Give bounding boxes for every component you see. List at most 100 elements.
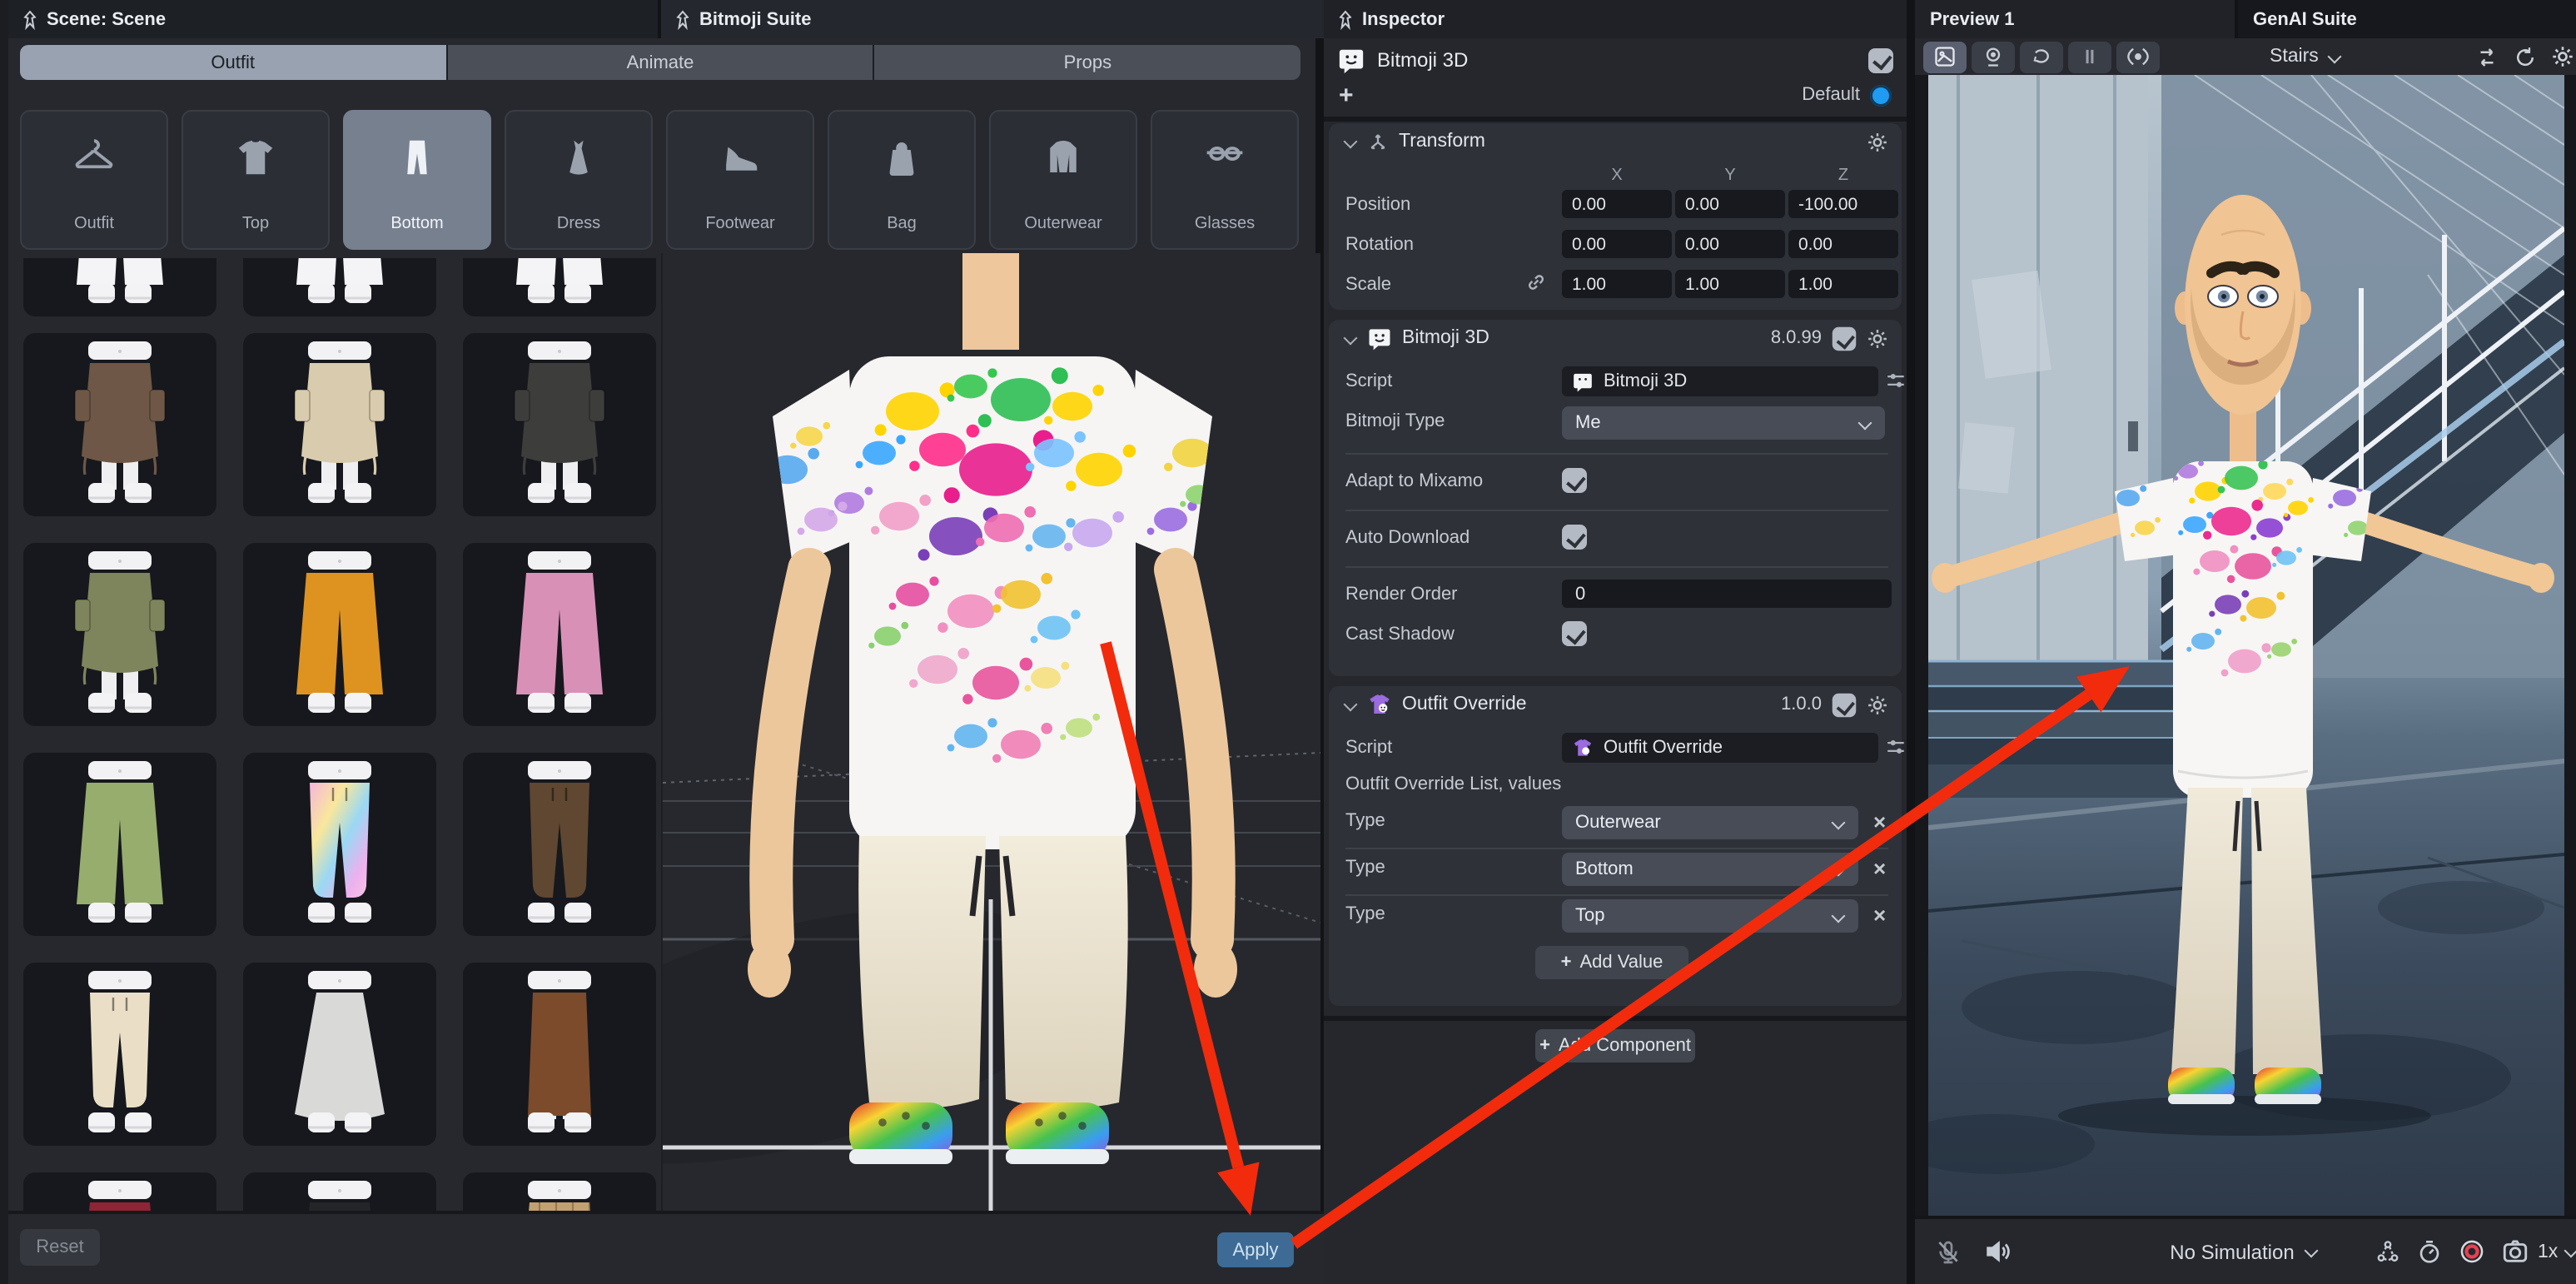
microphone-muted-icon[interactable] (1935, 1238, 1962, 1265)
chevron-down-icon[interactable] (1342, 697, 1357, 712)
connections-icon[interactable] (2375, 1238, 2401, 1265)
preview-rotate-mode-button[interactable] (2020, 41, 2063, 72)
simulation-selector[interactable]: No Simulation (2111, 1240, 2378, 1263)
clothing-item-thumbnail[interactable] (23, 753, 216, 936)
cast-shadow-checkbox[interactable] (1562, 621, 1587, 646)
transform-value-field[interactable]: 0.00 (1675, 190, 1785, 218)
preview-image-mode-button[interactable] (1923, 41, 1967, 72)
component-enabled-checkbox[interactable] (1833, 693, 1857, 717)
preview-pause-button[interactable] (2068, 41, 2111, 72)
render-order-input[interactable]: 0 (1562, 580, 1892, 608)
gear-icon[interactable] (1867, 694, 1888, 715)
transform-value-field[interactable]: 0.00 (1675, 230, 1785, 258)
gear-icon[interactable] (2551, 45, 2574, 68)
add-component-button[interactable]: +Add Component (1535, 1029, 1695, 1063)
category-outfit[interactable]: Outfit (20, 110, 168, 250)
component-enabled-checkbox[interactable] (1833, 326, 1857, 351)
clothing-item-thumbnail[interactable] (23, 333, 216, 516)
preview-panel: Preview 1 GenAI Suite Stairs (1915, 0, 2576, 1284)
category-glasses[interactable]: Glasses (1151, 110, 1299, 250)
clothing-item-thumbnail[interactable] (463, 963, 656, 1146)
tab-bitmoji-suite[interactable]: Bitmoji Suite (661, 0, 1324, 38)
clothing-item-thumbnail[interactable] (463, 333, 656, 516)
category-bag[interactable]: Bag (828, 110, 976, 250)
clothing-item-thumbnail[interactable] (243, 963, 436, 1146)
tab-props[interactable]: Props (875, 45, 1300, 80)
script-options-icon[interactable] (1885, 370, 1907, 391)
apply-button[interactable]: Apply (1217, 1232, 1294, 1267)
tab-preview-1[interactable]: Preview 1 (1915, 0, 2235, 38)
clothing-item-thumbnail[interactable] (463, 543, 656, 726)
tab-inspector[interactable]: Inspector (1324, 0, 1907, 38)
transform-value-field[interactable]: 1.00 (1675, 270, 1785, 298)
object-enabled-checkbox[interactable] (1868, 47, 1893, 72)
playback-speed-selector[interactable]: 1x (2538, 1242, 2576, 1262)
clothing-item-thumbnail[interactable] (23, 1172, 216, 1211)
chevron-down-icon[interactable] (1342, 134, 1357, 149)
preview-webcam-mode-button[interactable] (1972, 41, 2015, 72)
profiler-icon[interactable] (2416, 1238, 2443, 1265)
remove-value-button[interactable]: × (1873, 811, 1886, 833)
clothing-item-thumbnail[interactable] (243, 258, 436, 316)
jacket-icon (1041, 135, 1086, 180)
transform-value-field[interactable]: 0.00 (1562, 190, 1672, 218)
clothing-item-thumbnail[interactable] (243, 333, 436, 516)
clothing-item-thumbnail[interactable] (243, 543, 436, 726)
link-scale-icon[interactable] (1525, 271, 1547, 293)
adapt-mixamo-checkbox[interactable] (1562, 468, 1587, 493)
transform-row-label: Position (1345, 195, 1410, 215)
category-footwear[interactable]: Footwear (666, 110, 814, 250)
script-label: Script (1345, 371, 1392, 391)
category-dress[interactable]: Dress (505, 110, 653, 250)
clothing-item-thumbnail[interactable] (243, 1172, 436, 1211)
tab-scene[interactable]: Scene: Scene (8, 0, 658, 38)
category-top[interactable]: Top (182, 110, 330, 250)
remove-value-button[interactable]: × (1873, 904, 1886, 926)
snapshot-camera-icon[interactable] (2501, 1237, 2529, 1266)
tab-outfit[interactable]: Outfit (20, 45, 445, 80)
override-type-dropdown[interactable]: Outerwear (1562, 806, 1858, 839)
outfit-3d-viewport[interactable] (661, 253, 1320, 1211)
script-field[interactable]: Outfit Override (1562, 733, 1878, 763)
clothing-item-thumbnail[interactable] (463, 753, 656, 936)
script-field[interactable]: Bitmoji 3D (1562, 366, 1878, 396)
add-value-button[interactable]: +Add Value (1535, 946, 1688, 979)
category-outerwear[interactable]: Outerwear (989, 110, 1137, 250)
auto-download-checkbox[interactable] (1562, 525, 1587, 550)
clothing-item-thumbnail[interactable] (463, 258, 656, 316)
restart-icon[interactable] (2513, 44, 2538, 69)
bitmoji-type-dropdown[interactable]: Me (1562, 406, 1885, 440)
clothing-item-thumbnail[interactable] (243, 753, 436, 936)
clothing-item-thumbnail[interactable] (23, 543, 216, 726)
preview-eye-button[interactable] (2116, 41, 2160, 72)
script-options-icon[interactable] (1885, 736, 1907, 758)
clothing-item-thumbnail[interactable] (23, 963, 216, 1146)
tab-animate[interactable]: Animate (447, 45, 873, 80)
remove-value-button[interactable]: × (1873, 858, 1886, 879)
transform-value-field[interactable]: -100.00 (1788, 190, 1898, 218)
chevron-down-icon[interactable] (1342, 331, 1357, 346)
type-row-label: Type (1345, 811, 1385, 831)
transform-value-field[interactable]: 0.00 (1788, 230, 1898, 258)
speaker-icon[interactable] (1983, 1237, 2012, 1266)
divider (1345, 566, 1888, 568)
category-bottom[interactable]: Bottom (343, 110, 491, 250)
gear-icon[interactable] (1867, 131, 1888, 152)
camera-selector[interactable]: Stairs (2270, 47, 2342, 67)
plus-icon[interactable]: + (1339, 81, 1354, 109)
transform-value-field[interactable]: 1.00 (1562, 270, 1672, 298)
clothing-item-thumbnail[interactable] (463, 1172, 656, 1211)
swap-camera-icon[interactable] (2474, 44, 2499, 69)
category-label: Outerwear (1024, 215, 1102, 233)
transform-value-field[interactable]: 0.00 (1562, 230, 1672, 258)
clothing-item-thumbnail[interactable] (23, 258, 216, 316)
default-state-dot[interactable] (1870, 84, 1892, 106)
override-type-dropdown[interactable]: Bottom (1562, 853, 1858, 886)
preview-viewport[interactable] (1928, 75, 2564, 1216)
reset-button[interactable]: Reset (20, 1229, 100, 1266)
override-type-dropdown[interactable]: Top (1562, 899, 1858, 933)
gear-icon[interactable] (1867, 327, 1888, 349)
tab-genai-suite[interactable]: GenAI Suite (2238, 0, 2576, 38)
transform-value-field[interactable]: 1.00 (1788, 270, 1898, 298)
record-icon[interactable] (2458, 1237, 2486, 1266)
